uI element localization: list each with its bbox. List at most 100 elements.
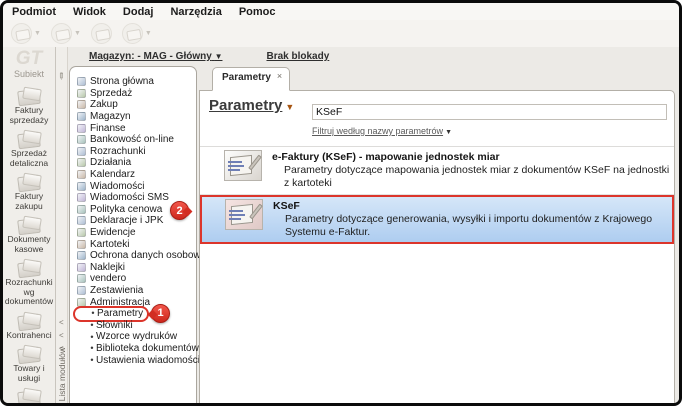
module-label: Faktury sprzedaży [9, 105, 49, 125]
tree-item-icon [77, 239, 86, 249]
tree-item-wiadomości[interactable]: Wiadomości [75, 180, 196, 192]
tree-item-rozrachunki[interactable]: Rozrachunki [75, 146, 196, 158]
page-title: Parametry [209, 97, 283, 114]
reports-icon-group [90, 23, 112, 44]
module-label: Rozrachunki wg dokumentów [4, 277, 54, 306]
menu-item-dodaj[interactable]: Dodaj [123, 6, 154, 18]
module-label: Towary i usługi [13, 363, 45, 383]
tree-item-icon [77, 193, 86, 203]
tree-item-icon [77, 158, 86, 168]
tree-item-vendero[interactable]: vendero [75, 273, 196, 285]
menu-item-podmiot[interactable]: Podmiot [12, 6, 56, 18]
chevron-down-icon: ▼ [214, 52, 223, 61]
chevron-down-icon[interactable]: ▼ [34, 30, 41, 37]
tree-item-label: Biblioteka dokumentów [96, 342, 199, 354]
chevron-down-icon: ▼ [285, 102, 295, 112]
module-icon [15, 312, 43, 330]
module-list-collapsed-strip[interactable]: ✎ < < < Lista modułów [55, 47, 68, 403]
page-title-menu[interactable]: Parametry ▼ [209, 97, 294, 114]
tree-item-strona-główna[interactable]: Strona główna [75, 76, 196, 88]
tree-item-icon [77, 262, 86, 272]
annotation-step-2: 2 [170, 201, 189, 220]
menu-item-narz-dzia[interactable]: Narzędzia [170, 6, 221, 18]
tree-item-label: Wzorce wydruków [96, 331, 178, 343]
tree-item-bankowość-on-line[interactable]: Bankowość on-line [75, 134, 196, 146]
module-icon [15, 345, 43, 363]
new-sale-document-icon[interactable] [11, 23, 32, 44]
tree-item-zestawienia[interactable]: Zestawienia [75, 285, 196, 297]
tree-item-kartoteki[interactable]: Kartoteki [75, 238, 196, 250]
module-label: Dokumenty kasowe [7, 234, 51, 254]
module-list: Faktury sprzedaży Sprzedaż detaliczna Fakt… [3, 87, 55, 403]
menu-item-widok[interactable]: Widok [73, 6, 106, 18]
tree-item-label: Zakup [90, 99, 118, 111]
pin-icon[interactable]: ✎ [54, 70, 67, 83]
close-icon[interactable]: × [277, 72, 282, 81]
parameter-search-input[interactable] [312, 104, 667, 120]
help-icon[interactable] [121, 23, 143, 44]
tree-item-icon [77, 274, 86, 284]
tree-item-ustawienia-wiadomości[interactable]: • Ustawienia wiadomości [75, 354, 200, 366]
tree-item-zakup[interactable]: Zakup [75, 99, 196, 111]
result-row-efaktury-mapowanie[interactable]: e-Faktury (KSeF) - mapowanie jednostek m… [200, 147, 674, 195]
navigation-tree: Strona główna Sprzedaż Zakup Magazyn Finanse… [69, 66, 216, 403]
filter-by-name-link[interactable]: Filtruj według nazwy parametrów ▼ [312, 126, 452, 136]
module-faktury-zakupu[interactable]: Faktury zakupu [3, 173, 55, 211]
tree-item-label: Strona główna [90, 76, 154, 88]
tree-item-sprzedaż[interactable]: Sprzedaż [75, 88, 196, 100]
tree-item-ewidencje[interactable]: Ewidencje [75, 227, 196, 239]
tree-item-icon [77, 181, 86, 191]
tree-item-label: Ochrona danych osobowych [90, 250, 217, 262]
tree-item-magazyn[interactable]: Magazyn [75, 111, 196, 123]
module-sprzedaż-detaliczna[interactable]: Sprzedaż detaliczna [3, 130, 55, 168]
tree-item-icon [77, 285, 86, 295]
bullet-icon: • [90, 343, 94, 354]
tree-item-icon [77, 251, 86, 261]
tab-parametry[interactable]: Parametry × [212, 67, 291, 91]
module-rozrachunki-wg-dokumentów[interactable]: Rozrachunki wg dokumentów [3, 259, 55, 307]
bullet-icon: • [90, 331, 94, 342]
menu-item-pomoc[interactable]: Pomoc [239, 6, 276, 18]
module-towary-i-usługi[interactable]: Towary i usługi [3, 345, 55, 383]
tree-item-label: Ustawienia wiadomości [96, 354, 200, 366]
tree-item-działania[interactable]: Działania [75, 157, 196, 169]
chevron-down-icon: ▼ [445, 129, 452, 136]
result-description: Parametry dotyczące generowania, wysyłki… [285, 213, 653, 238]
module-faktury-sprzedaży[interactable]: Faktury sprzedaży [3, 87, 55, 125]
module-dokumenty-kasowe[interactable]: Dokumenty kasowe [3, 216, 55, 254]
chevron-down-icon[interactable]: ▼ [145, 30, 152, 37]
module-icon [15, 130, 43, 148]
parameter-document-icon [224, 150, 262, 181]
tree-item-icon [77, 112, 86, 122]
menu-bar: Podmiot Widok Dodaj Narzędzia Pomoc [3, 3, 679, 20]
module-wiadomości-odebrane[interactable]: Wiadomości odebrane [3, 388, 55, 403]
new-purchase-document-icon[interactable] [50, 23, 72, 44]
tree-item-wzorce-wydruków[interactable]: • Wzorce wydruków [75, 331, 196, 343]
reports-icon[interactable] [90, 23, 112, 44]
module-icon [15, 173, 43, 191]
module-label: Kontrahenci [6, 329, 52, 340]
tree-item-finanse[interactable]: Finanse [75, 122, 196, 134]
tree-item-ochrona-danych-osobowych[interactable]: Ochrona danych osobowych [75, 250, 216, 262]
chevron-down-icon[interactable]: ▼ [74, 30, 81, 37]
tree-item-label: Działania [90, 157, 132, 169]
tree-item-label: Bankowość on-line [90, 134, 174, 146]
tree-item-kalendarz[interactable]: Kalendarz [75, 169, 196, 181]
app-name: Subiekt [13, 69, 45, 79]
result-row-ksef[interactable]: 2 KSeF Parametry dotyczące generowania, … [170, 195, 674, 244]
warehouse-selector-link[interactable]: Magazyn: - MAG - Główny ▼ [89, 51, 222, 62]
tree-item-icon [77, 135, 86, 145]
tree-item-parametry[interactable]: • Parametry 1 [73, 303, 196, 323]
new-purchase-document-icon-group: ▼ [50, 23, 81, 44]
tree-item-label: Rozrachunki [90, 145, 146, 157]
tree-item-label: Wiadomości SMS [90, 192, 169, 204]
tree-item-naklejki[interactable]: Naklejki [75, 262, 196, 274]
module-strip-label: Lista modułów [57, 346, 67, 401]
lock-status-link[interactable]: Brak blokady [266, 51, 329, 62]
tree-item-słowniki[interactable]: • Słowniki [75, 319, 196, 331]
tree-item-icon [77, 100, 86, 110]
tree-item-biblioteka-dokumentów[interactable]: • Biblioteka dokumentów [75, 342, 199, 355]
application-window: Podmiot Widok Dodaj Narzędzia Pomoc ▼ ▼ ▼ Maga… [0, 0, 682, 406]
bullet-icon: • [90, 320, 94, 331]
module-kontrahenci[interactable]: Kontrahenci [3, 312, 55, 341]
